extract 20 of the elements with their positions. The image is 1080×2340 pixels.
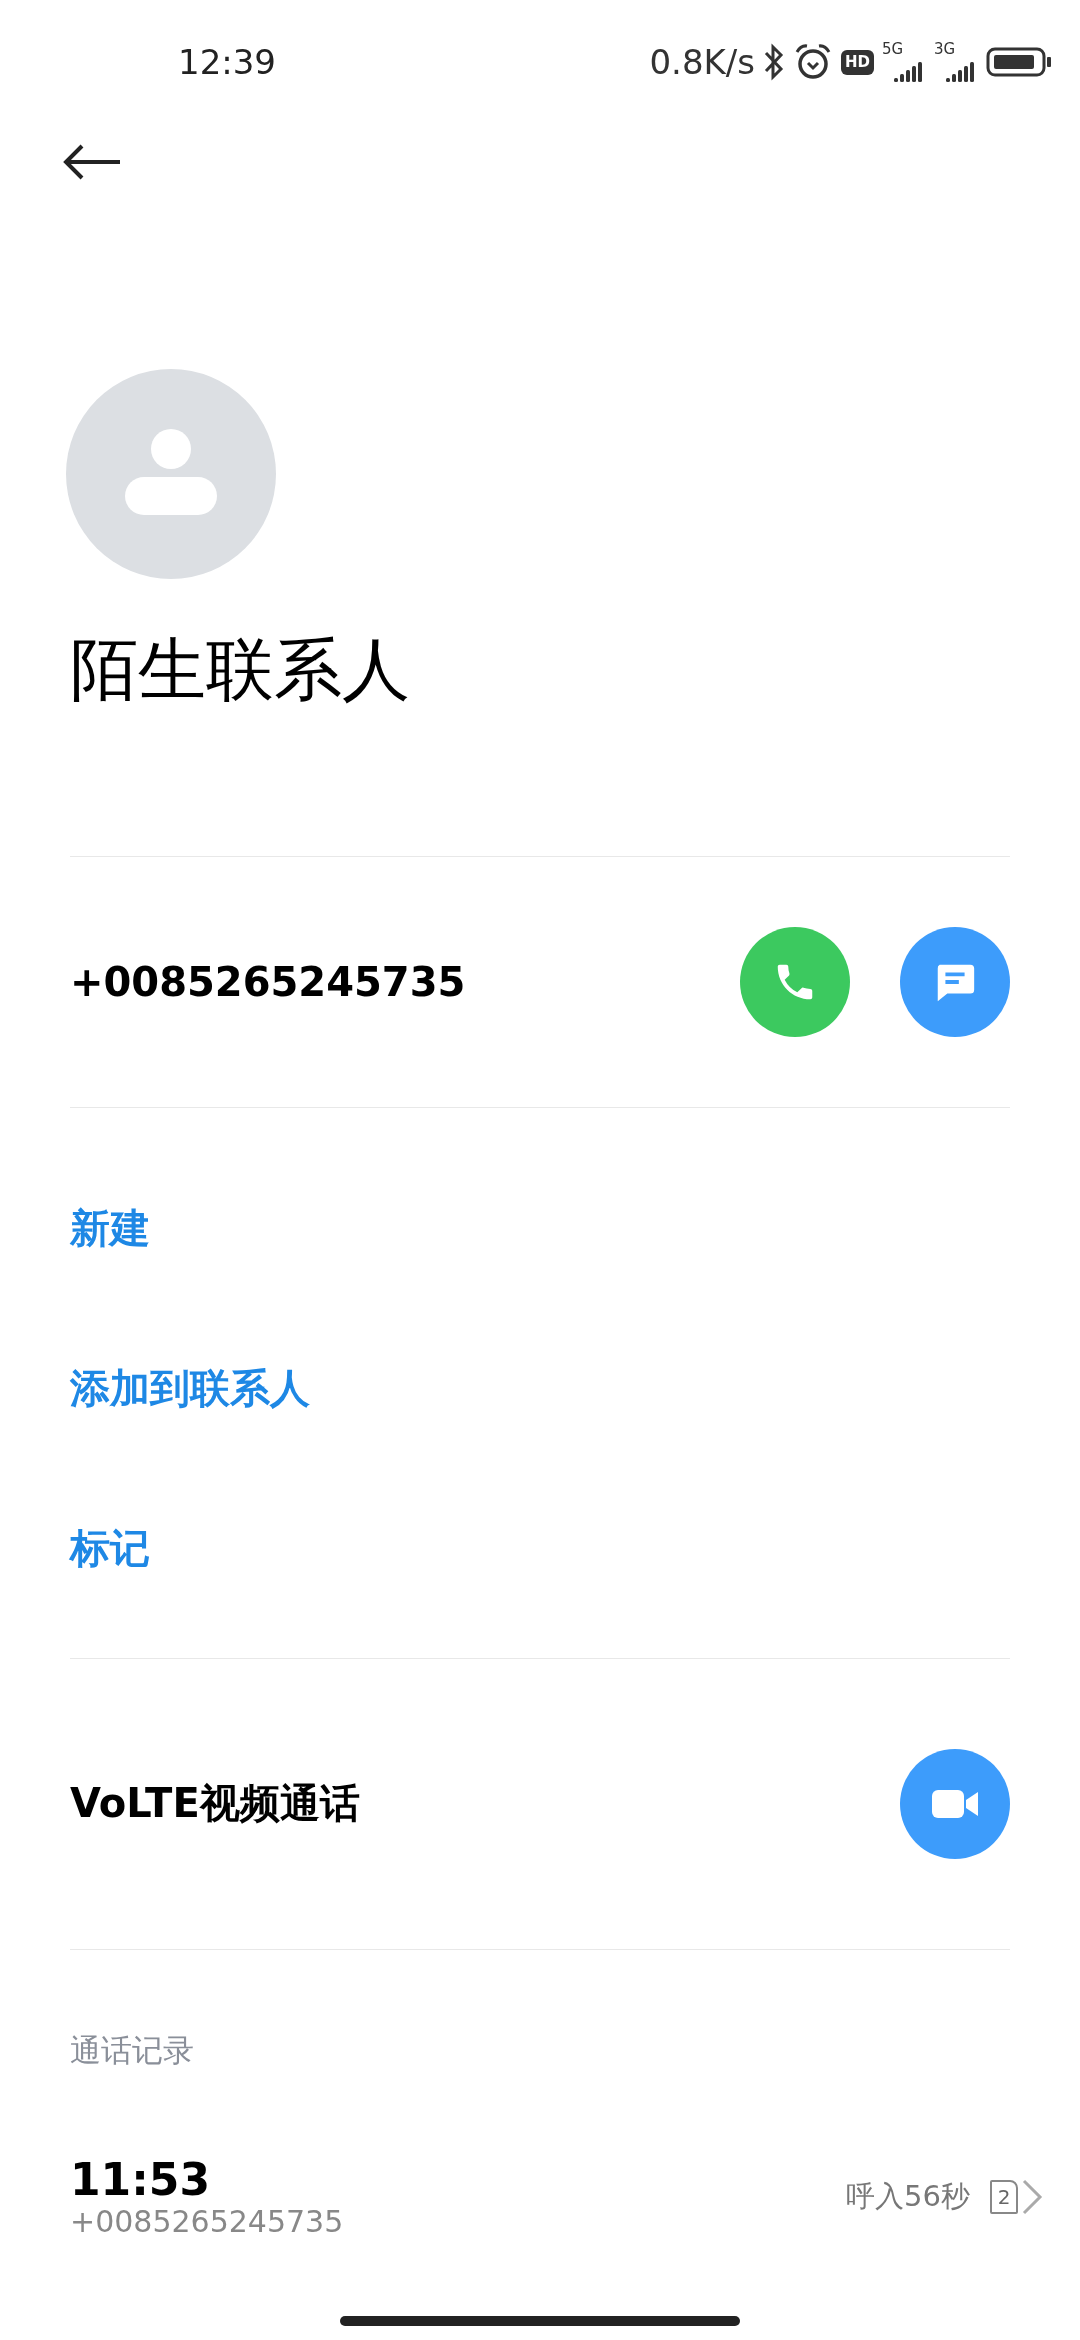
call-time: 11:53 (70, 2155, 212, 2204)
call-number: +0085265245735 (70, 2204, 345, 2239)
action-link[interactable]: 标记 (70, 1467, 1080, 1628)
section-heading: 通话记录 (70, 2030, 195, 2070)
hd-badge: HD (841, 49, 874, 75)
sim-badge: 2 (990, 2180, 1018, 2215)
network-type: 3G (934, 42, 956, 57)
network-speed: 0.8K/s (649, 42, 755, 82)
bluetooth-icon (763, 43, 785, 81)
back-icon[interactable] (62, 142, 122, 182)
call-detail: 呼入56秒 (846, 2178, 970, 2216)
alarm-icon (793, 42, 833, 82)
battery-icon (986, 47, 1052, 77)
video-call-label: VoLTE视频通话 (70, 1779, 361, 1829)
action-link[interactable]: 新建 (70, 1147, 1080, 1308)
action-link[interactable]: 添加到联系人 (70, 1307, 1080, 1468)
network-type: 5G (882, 42, 904, 57)
status-time: 12:39 (178, 42, 276, 82)
phone-number: +0085265245735 (70, 958, 467, 1005)
contact-name: 陌生联系人 (70, 629, 411, 711)
